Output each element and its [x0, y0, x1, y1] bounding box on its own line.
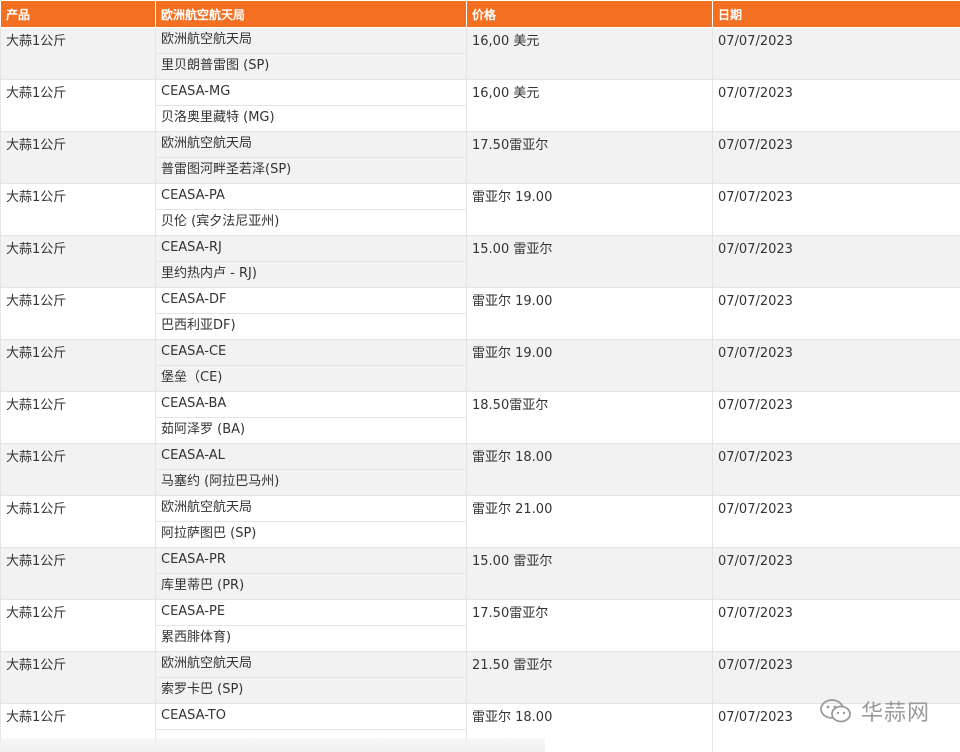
cell-location: 巴西利亚DF) — [155, 313, 467, 340]
cell-product: 大蒜1公斤 — [0, 495, 156, 548]
table-row: 大蒜1公斤 CEASA-TO 雷亚尔 18.00 07/07/2023 — [0, 703, 960, 752]
cell-product: 大蒜1公斤 — [0, 443, 156, 496]
cell-location: 里贝朗普雷图 (SP) — [155, 53, 467, 80]
cell-date: 07/07/2023 — [712, 599, 960, 652]
cell-product: 大蒜1公斤 — [0, 651, 156, 704]
header-price: 价格 — [466, 0, 713, 28]
cell-location: 贝伦 (宾夕法尼亚州) — [155, 209, 467, 236]
header-market: 欧洲航空航天局 — [155, 0, 467, 28]
cell-market: CEASA-BA — [155, 391, 467, 418]
header-product: 产品 — [0, 0, 156, 28]
cell-date: 07/07/2023 — [712, 183, 960, 236]
cell-location: 马塞约 (阿拉巴马州) — [155, 469, 467, 496]
cell-location: 库里蒂巴 (PR) — [155, 573, 467, 600]
header-row: 产品 欧洲航空航天局 价格 日期 — [0, 0, 960, 28]
cell-market: 欧洲航空航天局 — [155, 651, 467, 678]
cell-product: 大蒜1公斤 — [0, 339, 156, 392]
cell-price: 21.50 雷亚尔 — [466, 651, 713, 704]
table-row: 大蒜1公斤 CEASA-AL 雷亚尔 18.00 07/07/2023 — [0, 443, 960, 496]
cell-location: 里约热内卢 - RJ) — [155, 261, 467, 288]
cell-date: 07/07/2023 — [712, 495, 960, 548]
cell-location: 累西腓体育) — [155, 625, 467, 652]
price-table: 产品 欧洲航空航天局 价格 日期 大蒜1公斤 欧洲航空航天局 16,00 美元 07/… — [0, 0, 960, 752]
cell-market: CEASA-DF — [155, 287, 467, 314]
cell-product: 大蒜1公斤 — [0, 547, 156, 600]
cell-date: 07/07/2023 — [712, 391, 960, 444]
cell-market: 欧洲航空航天局 — [155, 495, 467, 522]
cell-market: CEASA-MG — [155, 79, 467, 106]
cell-product: 大蒜1公斤 — [0, 287, 156, 340]
cell-product: 大蒜1公斤 — [0, 27, 156, 80]
cell-price: 雷亚尔 19.00 — [466, 183, 713, 236]
cell-location: 索罗卡巴 (SP) — [155, 677, 467, 704]
cell-price: 18.50雷亚尔 — [466, 391, 713, 444]
table-row: 大蒜1公斤 CEASA-MG 16,00 美元 07/07/2023 — [0, 79, 960, 132]
table-row: 大蒜1公斤 欧洲航空航天局 雷亚尔 21.00 07/07/2023 — [0, 495, 960, 548]
cell-date: 07/07/2023 — [712, 443, 960, 496]
cell-product: 大蒜1公斤 — [0, 235, 156, 288]
cell-market: CEASA-RJ — [155, 235, 467, 262]
cell-product: 大蒜1公斤 — [0, 599, 156, 652]
cell-product: 大蒜1公斤 — [0, 79, 156, 132]
table-row: 大蒜1公斤 欧洲航空航天局 16,00 美元 07/07/2023 — [0, 27, 960, 80]
bottom-fade-bar — [0, 738, 545, 752]
wechat-icon — [820, 699, 851, 723]
cell-price: 15.00 雷亚尔 — [466, 235, 713, 288]
cell-location: 堡垒（CE) — [155, 365, 467, 392]
cell-product: 大蒜1公斤 — [0, 183, 156, 236]
table-row: 大蒜1公斤 CEASA-BA 18.50雷亚尔 07/07/2023 — [0, 391, 960, 444]
cell-price: 雷亚尔 19.00 — [466, 339, 713, 392]
cell-location: 贝洛奥里藏特 (MG) — [155, 105, 467, 132]
cell-market: CEASA-TO — [155, 703, 467, 730]
cell-product: 大蒜1公斤 — [0, 391, 156, 444]
header-date: 日期 — [712, 0, 960, 28]
cell-price: 17.50雷亚尔 — [466, 599, 713, 652]
cell-market: 欧洲航空航天局 — [155, 27, 467, 54]
cell-date: 07/07/2023 — [712, 79, 960, 132]
cell-market: 欧洲航空航天局 — [155, 131, 467, 158]
cell-price: 15.00 雷亚尔 — [466, 547, 713, 600]
cell-price: 16,00 美元 — [466, 79, 713, 132]
cell-price: 雷亚尔 19.00 — [466, 287, 713, 340]
cell-location: 阿拉萨图巴 (SP) — [155, 521, 467, 548]
cell-market: CEASA-PR — [155, 547, 467, 574]
cell-date: 07/07/2023 — [712, 339, 960, 392]
cell-market: CEASA-CE — [155, 339, 467, 366]
cell-price: 雷亚尔 18.00 — [466, 443, 713, 496]
table-row: 大蒜1公斤 CEASA-PE 17.50雷亚尔 07/07/2023 — [0, 599, 960, 652]
cell-price: 雷亚尔 21.00 — [466, 495, 713, 548]
table-row: 大蒜1公斤 欧洲航空航天局 17.50雷亚尔 07/07/2023 — [0, 131, 960, 184]
watermark: 华蒜网 — [819, 695, 930, 727]
cell-price: 16,00 美元 — [466, 27, 713, 80]
page: 产品 欧洲航空航天局 价格 日期 大蒜1公斤 欧洲航空航天局 16,00 美元 07/… — [0, 0, 960, 752]
table-row: 大蒜1公斤 CEASA-PA 雷亚尔 19.00 07/07/2023 — [0, 183, 960, 236]
table-row: 大蒜1公斤 CEASA-RJ 15.00 雷亚尔 07/07/2023 — [0, 235, 960, 288]
cell-price: 17.50雷亚尔 — [466, 131, 713, 184]
watermark-text: 华蒜网 — [860, 701, 930, 726]
table-row: 大蒜1公斤 CEASA-CE 雷亚尔 19.00 07/07/2023 — [0, 339, 960, 392]
cell-market: CEASA-AL — [155, 443, 467, 470]
cell-date: 07/07/2023 — [712, 27, 960, 80]
table-row: 大蒜1公斤 欧洲航空航天局 21.50 雷亚尔 07/07/2023 — [0, 651, 960, 704]
cell-market: CEASA-PA — [155, 183, 467, 210]
cell-date: 07/07/2023 — [712, 287, 960, 340]
cell-date: 07/07/2023 — [712, 131, 960, 184]
cell-date: 07/07/2023 — [712, 547, 960, 600]
cell-location: 茹阿泽罗 (BA) — [155, 417, 467, 444]
cell-product: 大蒜1公斤 — [0, 131, 156, 184]
table-row: 大蒜1公斤 CEASA-DF 雷亚尔 19.00 07/07/2023 — [0, 287, 960, 340]
cell-location: 普雷图河畔圣若泽(SP) — [155, 157, 467, 184]
cell-date: 07/07/2023 — [712, 235, 960, 288]
cell-market: CEASA-PE — [155, 599, 467, 626]
table-row: 大蒜1公斤 CEASA-PR 15.00 雷亚尔 07/07/2023 — [0, 547, 960, 600]
table-body: 大蒜1公斤 欧洲航空航天局 16,00 美元 07/07/2023 里贝朗普雷图 (SP… — [0, 27, 960, 752]
